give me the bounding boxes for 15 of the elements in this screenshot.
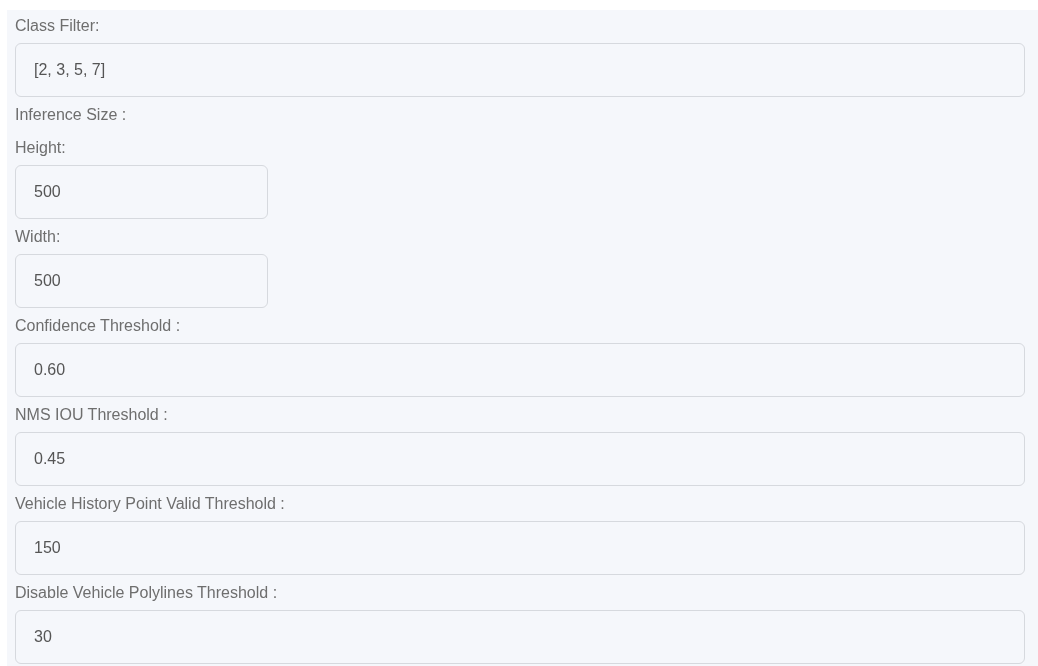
input-field[interactable]: 0.60 [15, 343, 1025, 397]
input-field[interactable]: 500 [15, 254, 268, 308]
field-label: Disable Vehicle Polylines Threshold : [15, 583, 279, 603]
field-label: Confidence Threshold : [15, 316, 182, 336]
input-field[interactable]: 30 [15, 610, 1025, 664]
field-label: NMS IOU Threshold : [15, 405, 169, 425]
field-label: Width: [15, 227, 62, 247]
section-label: Inference Size : [15, 105, 128, 125]
input-field[interactable]: 0.45 [15, 432, 1025, 486]
field-label: Vehicle History Point Valid Threshold : [15, 494, 286, 514]
input-field[interactable]: 500 [15, 165, 268, 219]
field-label: Height: [15, 138, 67, 158]
input-field[interactable]: [2, 3, 5, 7] [15, 43, 1025, 97]
field-label: Class Filter: [15, 16, 101, 36]
input-field[interactable]: 150 [15, 521, 1025, 575]
